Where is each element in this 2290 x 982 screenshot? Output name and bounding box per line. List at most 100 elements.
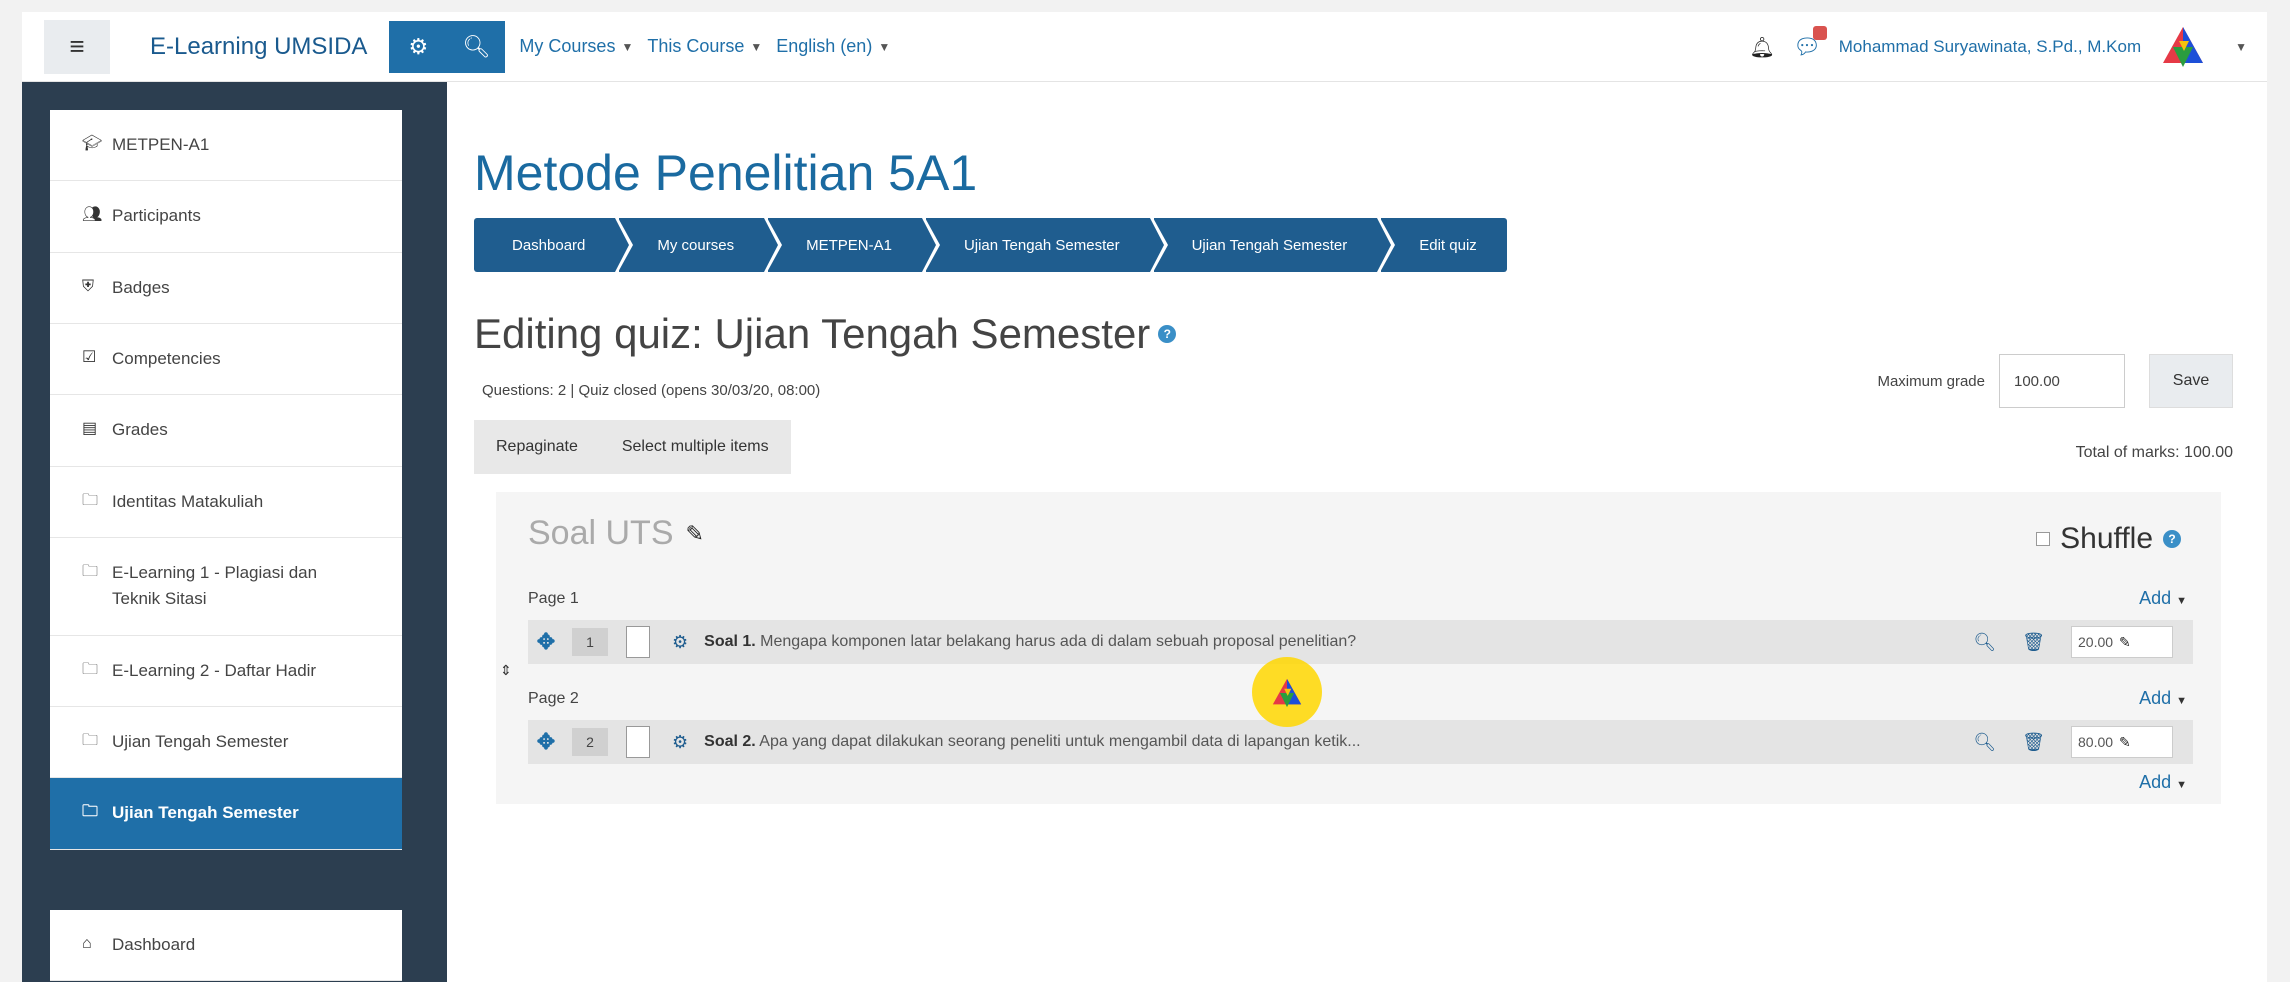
- hamburger-menu-icon[interactable]: ≡: [44, 19, 110, 74]
- question-body: Apa yang dapat dilakukan seorang penelit…: [759, 733, 1361, 750]
- sidebar-item-label: METPEN-A1: [112, 135, 210, 154]
- shuffle-checkbox[interactable]: [2036, 532, 2051, 546]
- question-mark: 20.00: [2078, 634, 2114, 650]
- section-title-text: Soal UTS: [528, 514, 674, 552]
- question-number: 2: [572, 728, 608, 756]
- add-label: Add: [2139, 588, 2172, 608]
- sidebar-item-uts[interactable]: 🗀 Ujian Tengah Semester: [50, 707, 402, 779]
- browser-frame: ≡ E-Learning UMSIDA ⚙ 🔍︎ My Courses ▼ Thi…: [22, 12, 2267, 982]
- question-number: 1: [572, 628, 608, 656]
- breadcrumb-item-quiz[interactable]: Ujian Tengah Semester: [1153, 216, 1396, 274]
- quiz-heading-text: Editing quiz: Ujian Tengah Semester: [474, 310, 1151, 357]
- sidebar-item-elearning-2[interactable]: 🗀 E-Learning 2 - Daftar Hadir: [50, 636, 402, 708]
- user-avatar[interactable]: [2159, 23, 2207, 71]
- section-title: Soal UTS ✎: [528, 514, 704, 553]
- sidebar-item-uts-active[interactable]: 🗀 Ujian Tengah Semester: [50, 778, 402, 850]
- breadcrumb-label: METPEN-A1: [806, 236, 892, 254]
- breadcrumb-item-dashboard[interactable]: Dashboard: [474, 216, 634, 274]
- breadcrumb-item-edit-quiz[interactable]: Edit quiz: [1381, 218, 1507, 272]
- language-menu[interactable]: English (en) ▼: [776, 36, 890, 57]
- sidebar-item-identitas[interactable]: 🗀 Identitas Matakuliah: [50, 467, 402, 539]
- caret-down-icon: ▼: [750, 39, 763, 54]
- delete-icon[interactable]: 🗑︎: [2022, 632, 2045, 653]
- search-tool-icon[interactable]: 🔍︎: [447, 20, 506, 73]
- preview-icon[interactable]: 🔍︎: [1973, 632, 1996, 653]
- dashboard-icon: ⌂: [82, 935, 92, 952]
- course-nav-block: 🎓︎ METPEN-A1 👥︎ Participants ⛨ Badges ☑ Comp…: [50, 110, 402, 850]
- question-mark-field[interactable]: 20.00 ✎: [2071, 626, 2173, 658]
- max-grade-input[interactable]: 100.00: [1999, 354, 2125, 408]
- question-actions: 🔍︎ 🗑︎ 80.00 ✎: [1973, 720, 2173, 764]
- notification-bell-icon[interactable]: 🔔︎: [1749, 35, 1774, 60]
- messages-icon[interactable]: 💬︎: [1793, 26, 1827, 60]
- add-label: Add: [2139, 772, 2172, 792]
- sidebar-item-label: Ujian Tengah Semester: [112, 803, 299, 823]
- main-content: Metode Penelitian 5A1 Dashboard My cours…: [452, 82, 2267, 982]
- question-select-checkbox[interactable]: [626, 626, 650, 658]
- preview-icon[interactable]: 🔍︎: [1973, 732, 1996, 753]
- add-question-menu[interactable]: Add ▼: [2139, 588, 2187, 609]
- question-text[interactable]: Soal 1. Mengapa komponen latar belakang …: [704, 633, 1356, 651]
- sidebar-item-dashboard[interactable]: ⌂ Dashboard: [50, 910, 402, 982]
- folder-icon: 🗀: [82, 660, 99, 678]
- breadcrumb-item-section[interactable]: Ujian Tengah Semester: [925, 216, 1168, 274]
- move-icon[interactable]: ✥: [528, 729, 564, 755]
- max-grade-label: Maximum grade: [1877, 372, 1985, 390]
- sidebar-item-label: E-Learning 2 - Daftar Hadir: [112, 660, 317, 680]
- caret-down-icon: ▼: [621, 39, 634, 54]
- site-nav-block: ⌂ Dashboard: [50, 910, 402, 982]
- edit-pencil-icon[interactable]: ✎: [2119, 734, 2131, 751]
- select-multiple-button[interactable]: Select multiple items: [600, 420, 791, 474]
- this-course-label: This Course: [647, 36, 745, 56]
- help-icon[interactable]: ?: [2163, 530, 2181, 548]
- move-icon[interactable]: ✥: [528, 629, 564, 655]
- add-question-menu[interactable]: Add ▼: [2139, 688, 2187, 709]
- question-name: Soal 1.: [704, 633, 756, 650]
- breadcrumb-item-my-courses[interactable]: My courses: [619, 216, 783, 274]
- save-button[interactable]: Save: [2149, 354, 2233, 408]
- help-icon[interactable]: ?: [1158, 325, 1177, 343]
- breadcrumb-label: Dashboard: [512, 236, 586, 254]
- repaginate-button[interactable]: Repaginate: [474, 420, 600, 474]
- add-question-menu[interactable]: Add ▼: [2139, 772, 2187, 793]
- sidebar-item-grades[interactable]: ▤ Grades: [50, 395, 402, 467]
- my-courses-menu[interactable]: My Courses ▼: [519, 36, 633, 57]
- sidebar-item-label: Dashboard: [112, 935, 196, 954]
- max-grade-form: Maximum grade 100.00 Save: [1877, 354, 2233, 408]
- caret-down-icon: ▼: [2176, 595, 2187, 607]
- total-marks: Total of marks: 100.00: [2075, 444, 2233, 461]
- cursor-avatar-icon: [1272, 678, 1302, 708]
- sidebar-item-course[interactable]: 🎓︎ METPEN-A1: [50, 110, 402, 182]
- breadcrumb-item-course[interactable]: METPEN-A1: [768, 216, 940, 274]
- sidebar-item-label: Badges: [112, 277, 170, 297]
- folder-icon: 🗀: [82, 563, 99, 581]
- sidebar-item-badges[interactable]: ⛨ Badges: [50, 253, 402, 325]
- sidebar-item-label: E-Learning 1 - Plagiasi dan Teknik Sitas…: [112, 563, 318, 609]
- my-courses-label: My Courses: [519, 36, 616, 56]
- question-select-checkbox[interactable]: [626, 726, 650, 758]
- page-break-icon[interactable]: ⇕: [500, 662, 512, 679]
- sidebar-item-participants[interactable]: 👥︎ Participants: [50, 181, 402, 253]
- sidebar-item-competencies[interactable]: ☑ Competencies: [50, 324, 402, 396]
- edit-pencil-icon[interactable]: ✎: [2119, 634, 2131, 651]
- question-text[interactable]: Soal 2. Apa yang dapat dilakukan seorang…: [704, 733, 1360, 751]
- user-name[interactable]: Mohammad Suryawinata, S.Pd., M.Kom: [1839, 37, 2141, 57]
- breadcrumb-label: Ujian Tengah Semester: [1191, 236, 1348, 254]
- question-mark-field[interactable]: 80.00 ✎: [2071, 726, 2173, 758]
- table-icon: ▤: [82, 420, 98, 438]
- language-label: English (en): [776, 36, 873, 56]
- accessibility-tools-icon[interactable]: ⚙: [389, 20, 448, 73]
- graduation-cap-icon: 🎓︎: [82, 135, 103, 152]
- question-type-icon: ⚙: [672, 731, 689, 752]
- edit-pencil-icon[interactable]: ✎: [686, 521, 704, 547]
- caret-down-icon: ▼: [2176, 779, 2187, 791]
- breadcrumb-label: Edit quiz: [1419, 236, 1477, 254]
- shield-icon: ⛨: [82, 277, 95, 295]
- question-row: ✥ 2 ⚙ Soal 2. Apa yang dapat dilakukan s…: [528, 720, 2193, 764]
- user-menu-caret-icon[interactable]: ▼: [2235, 40, 2247, 54]
- sidebar-item-elearning-1[interactable]: 🗀 E-Learning 1 - Plagiasi dan Teknik Sita…: [50, 538, 402, 636]
- site-name-link[interactable]: E-Learning UMSIDA: [150, 33, 367, 61]
- folder-icon: 🗀: [82, 803, 99, 821]
- delete-icon[interactable]: 🗑︎: [2022, 732, 2045, 753]
- this-course-menu[interactable]: This Course ▼: [647, 36, 762, 57]
